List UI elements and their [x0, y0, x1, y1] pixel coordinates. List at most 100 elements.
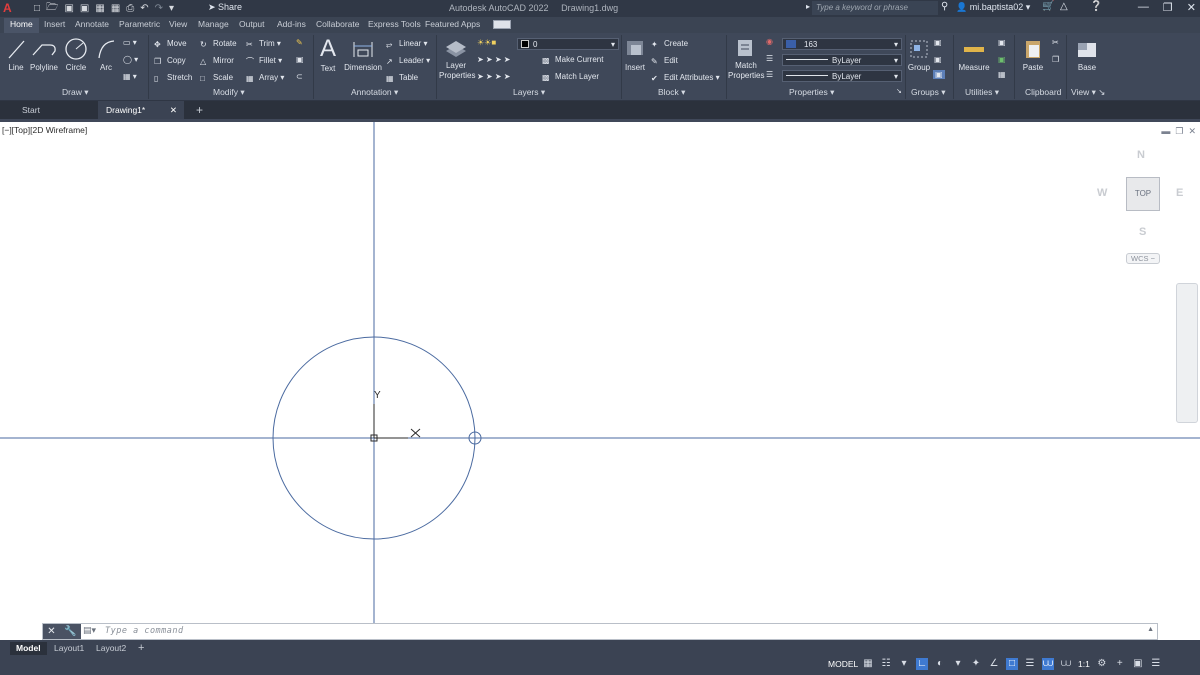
workspace-gear-icon[interactable]: ⚙	[1096, 658, 1108, 670]
undo-icon[interactable]: ↶	[140, 3, 148, 14]
autodesk-a360-icon[interactable]: △	[1060, 1, 1068, 12]
hardware-acceleration-icon[interactable]: ▣	[1132, 658, 1144, 670]
tab-collaborate[interactable]: Collaborate	[316, 19, 359, 29]
polyline-tool[interactable]: Polyline	[29, 37, 59, 72]
groups-panel-label[interactable]: Groups ▾	[911, 87, 946, 98]
match-layer-tool[interactable]: ▩ Match Layer	[542, 72, 599, 82]
polar-tracking-icon[interactable]: ◐	[934, 658, 946, 670]
stretch-tool[interactable]: ▯ Stretch	[154, 73, 192, 83]
view-cube[interactable]: TOP	[1126, 177, 1160, 211]
array-tool[interactable]: ▦ Array ▾	[246, 73, 284, 83]
command-input[interactable]: Type a command	[105, 626, 184, 636]
grid-icon[interactable]: ▦	[862, 658, 874, 670]
object-snap-tracking-icon[interactable]: ∠	[988, 658, 1000, 670]
measure-tool[interactable]: Measure	[958, 37, 990, 72]
lineweight-toggle-icon[interactable]: ☰	[1024, 658, 1036, 670]
tab-model[interactable]: Model	[10, 642, 47, 655]
tab-insert[interactable]: Insert	[44, 19, 65, 29]
copy-tool[interactable]: ❐ Copy	[154, 56, 186, 66]
snap-dropdown-icon[interactable]: ▾	[898, 658, 910, 670]
add-layout-icon[interactable]: +	[132, 642, 150, 655]
view-panel-label[interactable]: View ▾ ↘	[1071, 87, 1105, 98]
command-line[interactable]: ✕ 🔧 ▤▾ Type a command ▲	[42, 623, 1158, 640]
tab-manage[interactable]: Manage	[198, 19, 229, 29]
ungroup-icon[interactable]: ▣	[934, 38, 942, 47]
leader-tool[interactable]: ↗ Leader ▾	[386, 56, 430, 66]
command-history-icon[interactable]: ▲	[1147, 626, 1154, 633]
object-snap-icon[interactable]: □	[1006, 658, 1018, 670]
save-icon[interactable]: ▣	[64, 3, 73, 14]
copy-clip-icon[interactable]: ❐	[1052, 55, 1059, 64]
draw-panel-label[interactable]: Draw ▾	[62, 87, 88, 98]
compass-east[interactable]: E	[1176, 187, 1183, 199]
ortho-icon[interactable]: ∟	[916, 658, 928, 670]
layer-properties-tool[interactable]: Layer Properties	[439, 37, 475, 81]
search-input[interactable]: Type a keyword or phrase	[812, 1, 938, 15]
cut-icon[interactable]: ✂	[1052, 38, 1059, 47]
user-account[interactable]: 👤 mi.baptista02 ▾	[956, 2, 1030, 13]
tab-layout1[interactable]: Layout1	[48, 642, 90, 655]
hatch-tool[interactable]: ◯ ▾	[123, 55, 138, 64]
table-tool[interactable]: ▦ Table	[386, 73, 418, 83]
make-current-tool[interactable]: ▩ Make Current	[542, 55, 603, 65]
dimension-tool[interactable]: Dimension	[344, 37, 382, 72]
search-expand-icon[interactable]: ▸	[806, 2, 810, 11]
tab-express-tools[interactable]: Express Tools	[368, 19, 421, 29]
search-icon[interactable]: ⚲	[941, 1, 948, 12]
ribbon-display-toggle[interactable]	[493, 20, 511, 29]
circle-tool[interactable]: Circle	[64, 37, 88, 72]
calculator-icon[interactable]: ▦	[998, 70, 1006, 79]
layer-state-icons[interactable]: ☀☀■	[477, 38, 496, 47]
line-tool[interactable]: Line	[6, 37, 26, 72]
tab-output[interactable]: Output	[239, 19, 265, 29]
tab-view[interactable]: View	[169, 19, 187, 29]
new-tab-icon[interactable]: +	[188, 101, 211, 119]
mirror-tool[interactable]: △ Mirror	[200, 56, 234, 66]
close-command-icon[interactable]: ✕	[47, 626, 55, 637]
save-as-icon[interactable]: ▣	[80, 3, 89, 14]
customize-dropdown-icon[interactable]: ▾	[169, 3, 174, 14]
layer-dropdown[interactable]: 0 ▾	[517, 38, 619, 50]
tab-start[interactable]: Start	[14, 101, 48, 119]
rectangle-tool[interactable]: ▭ ▾	[123, 38, 137, 47]
color-wheel-icon[interactable]: ◉	[766, 37, 773, 46]
group-tool[interactable]: Group	[906, 37, 932, 72]
linear-tool[interactable]: ⥂ Linear ▾	[386, 39, 428, 49]
plot-icon[interactable]: ⎙	[126, 3, 134, 14]
paste-tool[interactable]: Paste	[1020, 37, 1046, 72]
trim-tool[interactable]: ✂ Trim ▾	[246, 39, 281, 49]
tab-parametric[interactable]: Parametric	[119, 19, 160, 29]
compass-south[interactable]: S	[1139, 226, 1146, 238]
linetype-dropdown[interactable]: ByLayer ▾	[782, 54, 902, 66]
add-icon[interactable]: +	[1114, 658, 1126, 670]
customize-wrench-icon[interactable]: 🔧	[64, 626, 76, 637]
tab-add-ins[interactable]: Add-ins	[277, 19, 306, 29]
quick-select-icon[interactable]: ▣	[998, 38, 1006, 47]
auto-scale-icon[interactable]: ⩊	[1060, 658, 1072, 670]
share-button[interactable]: ➤ Share	[208, 2, 242, 13]
insert-tool[interactable]: Insert	[624, 37, 646, 72]
edit-attributes-tool[interactable]: ✔ Edit Attributes ▾	[651, 73, 720, 83]
new-file-icon[interactable]: □	[34, 3, 40, 14]
offset-icon[interactable]: ⊂	[296, 72, 303, 81]
tab-home[interactable]: Home	[4, 18, 39, 33]
tab-drawing1[interactable]: Drawing1* ✕	[98, 101, 184, 119]
tab-featured-apps[interactable]: Featured Apps	[425, 19, 480, 29]
arc-tool[interactable]: Arc	[96, 37, 116, 72]
rotate-tool[interactable]: ↻ Rotate	[200, 39, 237, 49]
restore-icon[interactable]: ❐	[1163, 1, 1173, 14]
wcs-menu[interactable]: WCS −	[1126, 253, 1160, 264]
group-select-icon[interactable]: ▣	[933, 70, 945, 79]
model-space-toggle[interactable]: MODEL	[828, 659, 858, 669]
tab-annotate[interactable]: Annotate	[75, 19, 109, 29]
layer-tools-row-1[interactable]: ➤ ➤ ➤ ➤	[477, 55, 510, 64]
block-panel-label[interactable]: Block ▾	[658, 87, 685, 98]
help-icon[interactable]: ❔	[1090, 1, 1102, 12]
redo-icon[interactable]: ↷	[155, 3, 163, 14]
panel-launcher-icon[interactable]: ↘	[896, 87, 902, 95]
annotation-scale[interactable]: 1:1	[1078, 659, 1090, 669]
explode-icon[interactable]: ▣	[296, 55, 304, 64]
compass-north[interactable]: N	[1137, 149, 1145, 161]
fillet-tool[interactable]: ⌒ Fillet ▾	[246, 56, 282, 66]
scale-tool[interactable]: □ Scale	[200, 73, 233, 83]
